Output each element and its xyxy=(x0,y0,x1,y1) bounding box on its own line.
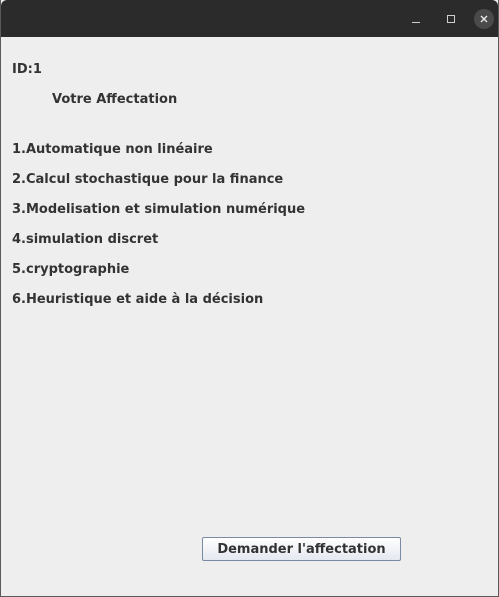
request-assignment-button[interactable]: Demander l'affectation xyxy=(202,537,401,561)
assignment-item: 5.cryptographie xyxy=(12,262,130,277)
assignment-item: 6.Heuristique et aide à la décision xyxy=(12,292,264,307)
assignment-item: 2.Calcul stochastique pour la finance xyxy=(12,172,284,187)
id-label: ID:1 xyxy=(12,62,42,77)
close-icon xyxy=(480,15,488,23)
application-window: ID:1 Votre Affectation 1.Automatique non… xyxy=(0,0,499,597)
maximize-icon xyxy=(447,15,455,23)
minimize-button[interactable] xyxy=(406,9,426,29)
close-button[interactable] xyxy=(474,9,494,29)
minimize-icon xyxy=(412,22,420,23)
maximize-button[interactable] xyxy=(441,9,461,29)
assignment-item: 4.simulation discret xyxy=(12,232,159,247)
assignment-item: 1.Automatique non linéaire xyxy=(12,142,213,157)
assignment-item: 3.Modelisation et simulation numérique xyxy=(12,202,306,217)
content-panel: ID:1 Votre Affectation 1.Automatique non… xyxy=(1,37,498,597)
assignment-heading: Votre Affectation xyxy=(52,92,178,107)
title-bar xyxy=(1,0,498,37)
